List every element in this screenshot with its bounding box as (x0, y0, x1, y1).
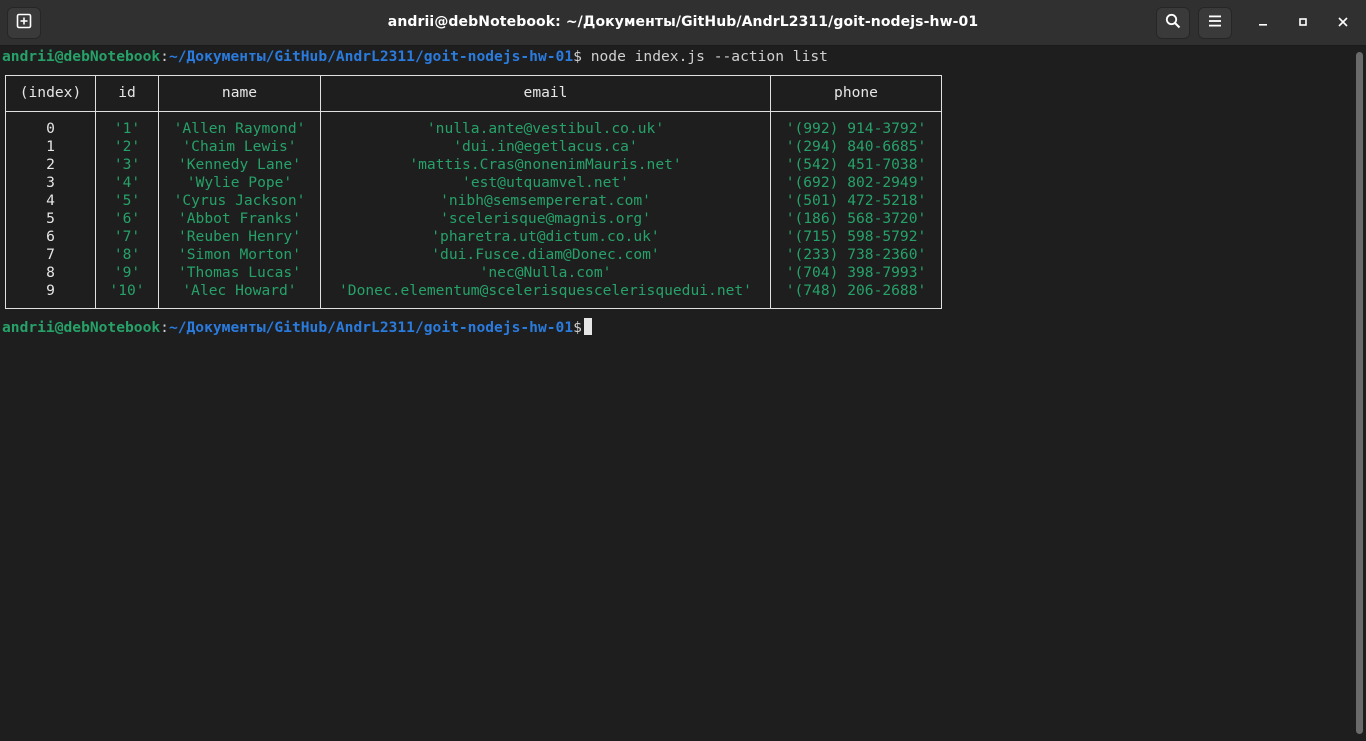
header-bar: andrii@debNotebook: ~/Документы/GitHub/A… (0, 0, 1366, 46)
close-icon (1338, 14, 1348, 32)
cell-name: 'Thomas Lucas' (177, 264, 301, 281)
console-table: (index) id name email phone 0 '1' 'Allen… (5, 75, 942, 309)
cell-phone: '(704) 398-7993' (785, 264, 927, 281)
cell-id: '3' (113, 156, 141, 173)
cell-index: 0 (46, 120, 55, 137)
minimize-button[interactable] (1251, 11, 1275, 35)
cell-id: '1' (113, 120, 141, 137)
cell-email: 'Donec.elementum@scelerisquescelerisqued… (339, 282, 752, 299)
cell-email: 'scelerisque@magnis.org' (440, 210, 651, 227)
cell-name: 'Wylie Pope' (186, 174, 293, 191)
cell-email: 'dui.in@egetlacus.ca' (453, 138, 638, 155)
text-cursor (583, 318, 592, 335)
table-header-id: id (118, 84, 136, 101)
cell-index: 3 (46, 174, 55, 191)
table-header-index: (index) (19, 84, 82, 101)
cell-index: 6 (46, 228, 55, 245)
cell-name: 'Alec Howard' (182, 282, 297, 299)
cell-index: 8 (46, 264, 55, 281)
minimize-icon (1258, 14, 1268, 32)
cell-name: 'Simon Morton' (177, 246, 301, 263)
cell-id: '9' (113, 264, 141, 281)
cell-phone: '(715) 598-5792' (785, 228, 927, 245)
cell-index: 1 (46, 138, 55, 155)
table-header-email: email (523, 84, 568, 101)
cell-phone: '(294) 840-6685' (785, 138, 927, 155)
cell-index: 9 (46, 282, 55, 299)
cell-name: 'Reuben Henry' (177, 228, 301, 245)
cell-name: 'Kennedy Lane' (177, 156, 301, 173)
cell-id: '7' (113, 228, 141, 245)
cell-name: 'Abbot Franks' (177, 210, 301, 227)
prompt-separator: : (160, 48, 169, 65)
hamburger-menu-icon (1208, 14, 1222, 32)
cell-id: '5' (113, 192, 141, 209)
cell-email: 'pharetra.ut@dictum.co.uk' (431, 228, 660, 245)
command-line: andrii@debNotebook:~/Документы/GitHub/An… (2, 48, 828, 66)
maximize-button[interactable] (1291, 11, 1315, 35)
search-button[interactable] (1156, 7, 1190, 39)
scrollbar-thumb[interactable] (1356, 52, 1363, 734)
cell-phone: '(501) 472-5218' (785, 192, 927, 209)
cell-name: 'Allen Raymond' (173, 120, 306, 137)
cell-index: 5 (46, 210, 55, 227)
cell-name: 'Cyrus Jackson' (173, 192, 306, 209)
terminal-output[interactable]: andrii@debNotebook:~/Документы/GitHub/An… (0, 46, 1354, 741)
cell-id: '2' (113, 138, 141, 155)
cell-email: 'mattis.Cras@nonenimMauris.net' (409, 156, 682, 173)
cell-email: 'est@utquamvel.net' (462, 174, 629, 191)
prompt-user: andrii@debNotebook (2, 319, 161, 336)
cell-id: '4' (113, 174, 141, 191)
cell-phone: '(542) 451-7038' (785, 156, 927, 173)
table-header-name: name (221, 84, 258, 101)
maximize-icon (1298, 14, 1308, 32)
cell-phone: '(186) 568-3720' (785, 210, 927, 227)
prompt-path: ~/Документы/GitHub/AndrL2311/goit-nodejs… (168, 48, 574, 65)
cell-id: '6' (113, 210, 141, 227)
prompt-path: ~/Документы/GitHub/AndrL2311/goit-nodejs… (168, 319, 574, 336)
prompt-user: andrii@debNotebook (2, 48, 161, 65)
cell-email: 'nibh@semsempererat.com' (440, 192, 651, 209)
cell-name: 'Chaim Lewis' (182, 138, 297, 155)
prompt-dollar: $ (573, 48, 582, 65)
cell-phone: '(692) 802-2949' (785, 174, 927, 191)
prompt-dollar: $ (573, 319, 582, 336)
prompt-line: andrii@debNotebook:~/Документы/GitHub/An… (2, 318, 592, 336)
cell-id: '8' (113, 246, 141, 263)
cell-phone: '(748) 206-2688' (785, 282, 927, 299)
table-header-phone: phone (834, 84, 878, 101)
cell-email: 'dui.Fusce.diam@Donec.com' (431, 246, 660, 263)
cell-id: '10' (109, 282, 145, 299)
menu-button[interactable] (1198, 7, 1232, 39)
cell-index: 2 (46, 156, 55, 173)
cell-email: 'nulla.ante@vestibul.co.uk' (426, 120, 665, 137)
prompt-separator: : (160, 319, 169, 336)
command-text: node index.js --action list (581, 48, 828, 65)
cell-email: 'nec@Nulla.com' (479, 264, 612, 281)
cell-phone: '(992) 914-3792' (785, 120, 927, 137)
terminal-window: andrii@debNotebook: ~/Документы/GitHub/A… (0, 0, 1366, 741)
cell-phone: '(233) 738-2360' (785, 246, 927, 263)
cell-index: 7 (46, 246, 55, 263)
search-icon (1165, 13, 1181, 34)
cell-index: 4 (46, 192, 55, 209)
close-button[interactable] (1331, 11, 1355, 35)
